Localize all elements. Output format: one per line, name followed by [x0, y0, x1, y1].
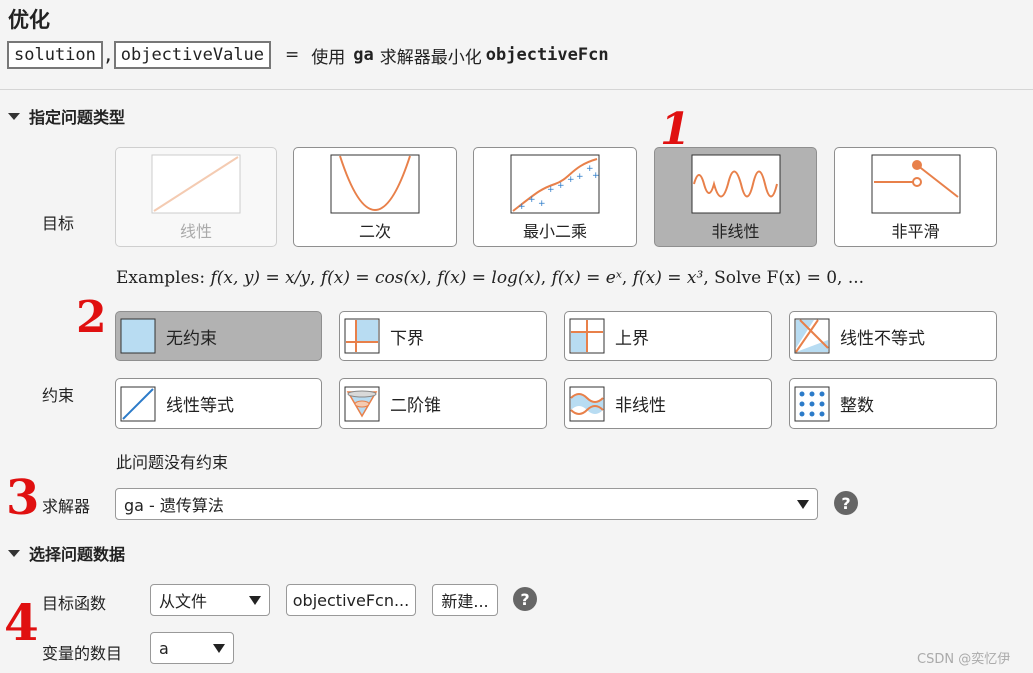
- new-function-label: 新建...: [441, 592, 489, 611]
- header-divider: [0, 89, 1033, 90]
- constraint-nonlinear-button[interactable]: 非线性: [564, 378, 772, 429]
- output-comma: ,: [102, 44, 114, 66]
- dropdown-arrow-icon: [213, 643, 225, 653]
- least-squares-objective-icon: ++ + + ++ +++: [510, 154, 600, 214]
- objective-nonsmooth-button[interactable]: 非平滑: [834, 147, 997, 247]
- summary-objective-function: objectiveFcn: [485, 45, 609, 65]
- watermark: CSDN @奕忆伊: [917, 652, 1011, 667]
- objective-least-squares-label: 最小二乘: [522, 222, 587, 241]
- constraint-linear-inequality-label: 线性不等式: [840, 328, 925, 349]
- collapse-triangle-icon: [8, 112, 20, 120]
- svg-text:+: +: [538, 199, 546, 209]
- constraint-linear-inequality-button[interactable]: 线性不等式: [789, 311, 997, 361]
- constraint-note: 此问题没有约束: [116, 453, 229, 472]
- summary-line: solution , objectiveValue = 使用 ga 求解器最小化…: [7, 41, 609, 69]
- solver-dropdown-value: ga - 遗传算法: [124, 496, 224, 515]
- constraint-second-order-cone-label: 二阶锥: [390, 396, 441, 416]
- svg-text:+: +: [547, 185, 555, 195]
- constraint-lower-bound-label: 下界: [390, 328, 424, 349]
- nonsmooth-objective-icon: [871, 154, 960, 214]
- constraint-linear-equality-button[interactable]: 线性等式: [115, 378, 322, 429]
- solver-help-icon[interactable]: ?: [834, 491, 858, 515]
- constraint-integer-button[interactable]: 整数: [789, 378, 997, 429]
- constraint-unconstrained-label: 无约束: [166, 328, 217, 349]
- examples-line: Examples: f(x, y) = x/y, f(x) = cos(x), …: [116, 268, 865, 288]
- linear-inequality-icon: [794, 318, 830, 354]
- objective-least-squares-button[interactable]: + + + + + + + + + 最小二乘: [473, 147, 637, 247]
- live-task-title: 优化: [8, 8, 50, 32]
- unconstrained-icon: [120, 318, 156, 354]
- objective-quadratic-label: 二次: [358, 222, 391, 241]
- example-5: f(x) = x³: [632, 268, 704, 288]
- svg-text:+: +: [518, 202, 526, 212]
- objective-quadratic-button[interactable]: 二次: [293, 147, 457, 247]
- objective-nonsmooth-label: 非平滑: [891, 222, 940, 241]
- objective-nonlinear-label: 非线性: [711, 222, 760, 241]
- example-4: f(x) = eˣ: [551, 268, 622, 288]
- constraint-integer-label: 整数: [840, 396, 874, 416]
- summary-use-text: 使用: [311, 47, 346, 68]
- example-3: f(x) = log(x): [437, 268, 541, 288]
- objective-label: 目标: [42, 214, 75, 233]
- objective-function-file-button[interactable]: objectiveFcn...: [286, 584, 416, 616]
- examples-prefix: Examples:: [116, 268, 211, 288]
- section-problem-type-header[interactable]: 指定问题类型: [8, 104, 125, 128]
- number-of-variables-value: a: [159, 638, 169, 658]
- examples-suffix: Solve F(x) = 0, ...: [714, 268, 865, 288]
- objective-linear-label: 线性: [179, 222, 212, 241]
- linear-equality-icon: [120, 386, 156, 421]
- linear-objective-icon: [151, 154, 241, 214]
- summary-solver-name: ga: [353, 45, 374, 65]
- annotation-mark-1: 1: [660, 104, 691, 155]
- equals-sign: =: [285, 45, 300, 65]
- constraint-linear-equality-label: 线性等式: [166, 396, 234, 416]
- constraint-second-order-cone-button[interactable]: 二阶锥: [339, 378, 547, 429]
- annotation-mark-3: 3: [6, 470, 40, 526]
- section-problem-data-header[interactable]: 选择问题数据: [8, 541, 125, 565]
- section-problem-data-title: 选择问题数据: [29, 545, 126, 564]
- objective-linear-button[interactable]: 线性: [115, 147, 277, 247]
- objective-function-label: 目标函数: [42, 594, 107, 613]
- constraint-upper-bound-button[interactable]: 上界: [564, 311, 772, 361]
- objective-function-help-icon[interactable]: ?: [513, 587, 537, 611]
- svg-text:+: +: [567, 175, 575, 185]
- constraint-lower-bound-button[interactable]: 下界: [339, 311, 547, 361]
- collapse-triangle-icon: [8, 549, 20, 557]
- number-of-variables-label: 变量的数目: [42, 644, 123, 663]
- example-2: f(x) = cos(x): [320, 268, 427, 288]
- constraint-upper-bound-label: 上界: [615, 328, 649, 349]
- solver-dropdown[interactable]: ga - 遗传算法: [115, 488, 818, 520]
- dropdown-arrow-icon: [797, 499, 809, 509]
- constraints-label: 约束: [42, 386, 75, 405]
- dropdown-arrow-icon: [249, 595, 261, 605]
- solver-label: 求解器: [42, 497, 91, 516]
- svg-text:+: +: [528, 195, 536, 205]
- lower-bound-icon: [344, 318, 380, 354]
- summary-minimize-text: 求解器最小化: [379, 47, 482, 68]
- upper-bound-icon: [569, 318, 605, 354]
- integer-icon: [794, 386, 830, 421]
- quadratic-objective-icon: [330, 154, 420, 214]
- annotation-mark-2: 2: [76, 292, 107, 343]
- section-problem-type-title: 指定问题类型: [29, 108, 126, 127]
- output-variable-solution[interactable]: solution: [7, 41, 103, 69]
- nonlinear-objective-icon: [691, 154, 780, 214]
- new-function-button[interactable]: 新建...: [432, 584, 498, 616]
- second-order-cone-icon: [344, 386, 380, 421]
- svg-text:+: +: [592, 171, 600, 181]
- example-1: f(x, y) = x/y: [210, 268, 311, 288]
- svg-text:+: +: [576, 172, 584, 182]
- svg-text:+: +: [557, 181, 565, 191]
- nonlinear-constraint-icon: [569, 386, 605, 421]
- objective-function-source-value: 从文件: [159, 592, 208, 611]
- objective-function-source-dropdown[interactable]: 从文件: [150, 584, 270, 616]
- annotation-mark-4: 4: [4, 593, 39, 652]
- constraint-nonlinear-label: 非线性: [615, 396, 666, 416]
- objective-nonlinear-button[interactable]: 非线性: [654, 147, 817, 247]
- constraint-unconstrained-button[interactable]: 无约束: [115, 311, 322, 361]
- objective-function-file-label: objectiveFcn...: [292, 590, 410, 610]
- number-of-variables-dropdown[interactable]: a: [150, 632, 234, 664]
- output-variable-objective-value[interactable]: objectiveValue: [113, 41, 272, 69]
